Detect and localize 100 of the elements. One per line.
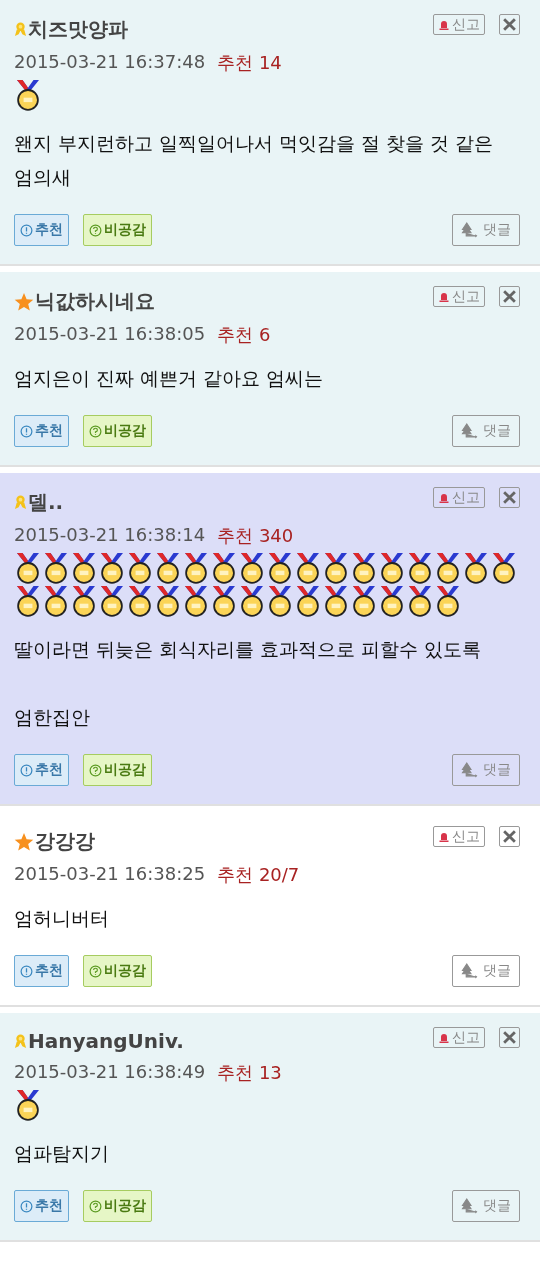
comment-text: 왠지 부지런하고 일찍일어나서 먹잇감을 절 찾을 것 같은 엄의새 [14, 131, 495, 190]
medal-icon [266, 552, 294, 585]
close-button[interactable] [499, 487, 520, 508]
medal-icon [182, 585, 210, 618]
close-icon [502, 490, 517, 505]
dislike-button[interactable]: 비공감 [83, 955, 152, 987]
recommend-button[interactable]: 추천 [14, 754, 69, 786]
medal-icon [70, 585, 98, 618]
comment-date: 2015-03-21 16:37:48 [14, 51, 206, 74]
siren-icon [438, 491, 450, 504]
ribbon-icon [14, 1033, 27, 1049]
recommend-count: 추천 14 [217, 51, 282, 75]
medal-icon [406, 585, 434, 618]
recommend-count: 추천 6 [217, 323, 271, 347]
comment-date: 2015-03-21 16:38:49 [14, 1061, 206, 1084]
siren-icon [438, 290, 450, 303]
medal-icon [126, 585, 154, 618]
medal-icon [294, 552, 322, 585]
medal-icon [126, 552, 154, 585]
medal-icon [434, 552, 462, 585]
exclamation-icon [20, 763, 33, 777]
medal-icon [210, 585, 238, 618]
medal-icon [434, 585, 462, 618]
medal-icon [98, 585, 126, 618]
dislike-button[interactable]: 비공감 [83, 214, 152, 246]
medal-icon [14, 585, 42, 618]
recommend-button[interactable]: 추천 [14, 1190, 69, 1222]
comment-date: 2015-03-21 16:38:05 [14, 323, 206, 346]
medal-icon [294, 585, 322, 618]
siren-icon [438, 830, 450, 843]
medal-icon [154, 585, 182, 618]
question-icon [89, 1199, 102, 1213]
close-button[interactable] [499, 14, 520, 35]
medal-icon [378, 585, 406, 618]
report-button[interactable]: 신고 [433, 487, 485, 508]
close-icon [502, 1030, 517, 1045]
siren-icon [438, 18, 450, 31]
medal-icon [42, 585, 70, 618]
medal-icon [14, 1089, 42, 1122]
report-button[interactable]: 신고 [433, 1027, 485, 1048]
medal-icon [238, 585, 266, 618]
dislike-button[interactable]: 비공감 [83, 415, 152, 447]
comment-text: 엄허니버터 [14, 906, 110, 931]
medal-icon [154, 552, 182, 585]
ribbon-icon [14, 22, 27, 37]
ribbon-icon [14, 495, 27, 510]
medal-icon [378, 552, 406, 585]
close-button[interactable] [499, 826, 520, 847]
medal-icon [14, 79, 42, 112]
user-name[interactable]: 닉값하시네요 [35, 288, 155, 315]
recommend-button[interactable]: 추천 [14, 955, 69, 987]
reply-button[interactable]: 댓글 [452, 955, 520, 987]
medal-icon [210, 552, 238, 585]
report-button[interactable]: 신고 [433, 286, 485, 307]
recommend-count: 추천 340 [217, 524, 294, 548]
recommend-count: 추천 13 [217, 1061, 282, 1085]
user-name[interactable]: 델.. [28, 489, 64, 516]
dislike-button[interactable]: 비공감 [83, 754, 152, 786]
close-button[interactable] [499, 286, 520, 307]
medal-icon [266, 585, 294, 618]
reply-button[interactable]: 댓글 [452, 214, 520, 246]
comment-text: 딸이라면 뒤늦은 회식자리를 효과적으로 피할수 있도록 엄한집안 [14, 637, 483, 730]
medal-icon [462, 552, 490, 585]
medal-icon [322, 552, 350, 585]
medal-icon [406, 552, 434, 585]
report-button[interactable]: 신고 [433, 826, 485, 847]
reply-button[interactable]: 댓글 [452, 1190, 520, 1222]
report-button[interactable]: 신고 [433, 14, 485, 35]
user-name[interactable]: 치즈맛양파 [28, 16, 128, 43]
close-button[interactable] [499, 1027, 520, 1048]
question-icon [89, 223, 102, 237]
siren-icon [438, 1031, 450, 1044]
question-icon [89, 424, 102, 438]
exclamation-icon [20, 964, 33, 978]
comment-date: 2015-03-21 16:38:14 [14, 524, 206, 547]
medal-icon [42, 552, 70, 585]
user-name[interactable]: HanyangUniv. [28, 1029, 184, 1053]
comment-text: 엄파탐지기 [14, 1141, 110, 1166]
medal-icon [182, 552, 210, 585]
question-icon [89, 763, 102, 777]
medal-icon [350, 552, 378, 585]
medal-icon [490, 552, 518, 585]
exclamation-icon [20, 1199, 33, 1213]
close-icon [502, 289, 517, 304]
recommend-button[interactable]: 추천 [14, 214, 69, 246]
dislike-button[interactable]: 비공감 [83, 1190, 152, 1222]
close-icon [502, 829, 517, 844]
comment-text: 엄지은이 진짜 예쁜거 같아요 엄씨는 [14, 366, 325, 391]
medal-icon [14, 552, 42, 585]
recommend-button[interactable]: 추천 [14, 415, 69, 447]
exclamation-icon [20, 223, 33, 237]
star-icon [14, 831, 34, 852]
close-icon [502, 17, 517, 32]
reply-button[interactable]: 댓글 [452, 415, 520, 447]
medal-icon [98, 552, 126, 585]
medal-icon [322, 585, 350, 618]
reply-button[interactable]: 댓글 [452, 754, 520, 786]
comment-date: 2015-03-21 16:38:25 [14, 863, 206, 886]
star-icon [14, 291, 34, 312]
user-name[interactable]: 강강강 [35, 828, 95, 855]
